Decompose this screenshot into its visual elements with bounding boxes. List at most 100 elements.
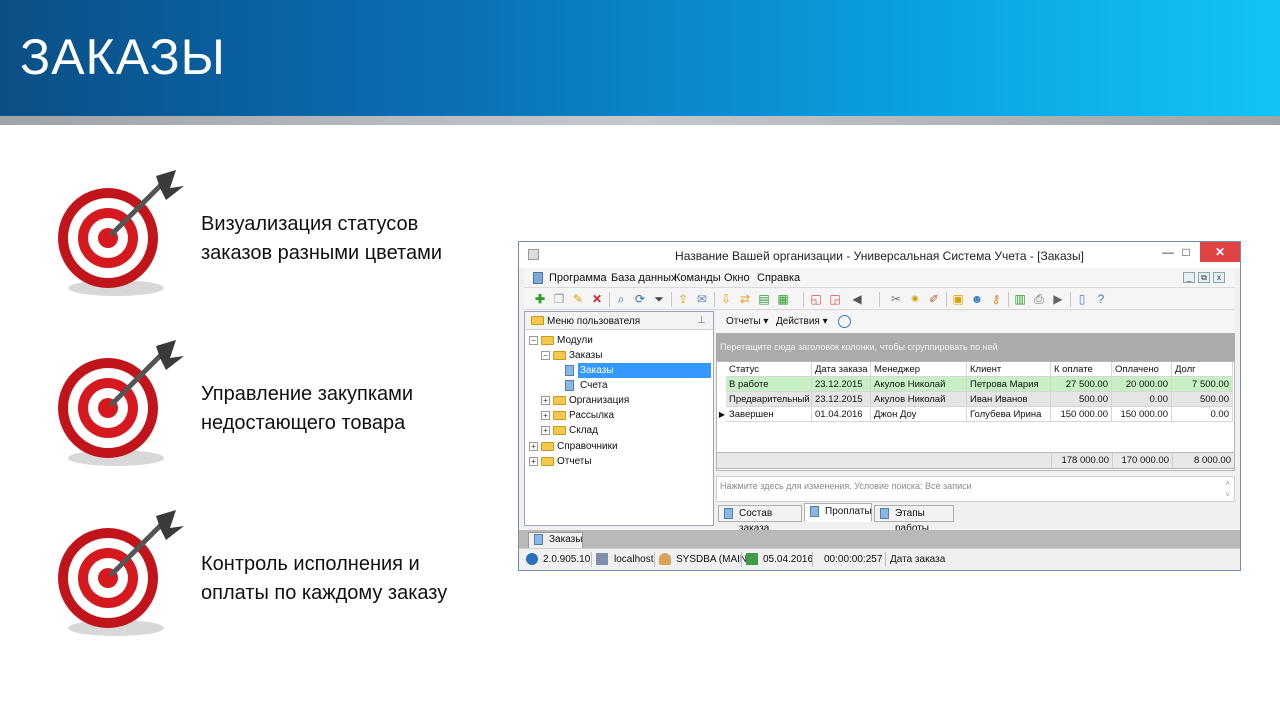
help-icon[interactable]: ? xyxy=(1094,292,1108,306)
column-header-manager[interactable]: Менеджер xyxy=(871,362,967,377)
reports-button[interactable]: Отчеты ▾ xyxy=(726,316,768,327)
table-cell[interactable]: 01.04.2016 xyxy=(812,407,871,422)
tab-order-items[interactable]: Состав заказа xyxy=(718,505,802,534)
copy-icon[interactable]: ❐ xyxy=(552,292,566,306)
table-row[interactable]: Предварительный xyxy=(726,392,812,407)
table-cell[interactable]: 27 500.00 xyxy=(1051,377,1112,392)
tree-item-references[interactable]: + Справочники xyxy=(527,439,707,454)
table-cell[interactable]: 23.12.2015 xyxy=(812,392,871,407)
book-icon[interactable]: ▯ xyxy=(1075,292,1089,306)
maximize-button[interactable]: □ xyxy=(1171,242,1201,262)
filter-icon[interactable]: ⏷ xyxy=(652,292,666,306)
import-icon[interactable]: ⇩ xyxy=(719,292,733,306)
print-preview-icon[interactable]: ▤ xyxy=(757,292,771,306)
folder-icon xyxy=(541,336,554,345)
search-icon[interactable]: ⌕ xyxy=(614,292,628,306)
expand-icon[interactable]: + xyxy=(541,411,550,420)
tab-payments[interactable]: Проплаты xyxy=(804,503,872,522)
move-icon[interactable]: ⇄ xyxy=(738,292,752,306)
key-icon[interactable]: ⚷ xyxy=(989,292,1003,306)
table-cell[interactable]: Акулов Николай xyxy=(871,377,967,392)
status-date: 05.04.2016 xyxy=(763,554,814,565)
edit-icon[interactable]: ✎ xyxy=(571,292,585,306)
clock-icon[interactable] xyxy=(838,315,851,328)
table-cell[interactable]: 500.00 xyxy=(1051,392,1112,407)
tree-item-invoices[interactable]: Счета xyxy=(527,378,707,393)
media-icon[interactable]: ▶ xyxy=(1051,292,1065,306)
table-cell[interactable]: 23.12.2015 xyxy=(812,377,871,392)
window-icon[interactable]: ◲ xyxy=(828,292,842,306)
mdi-minimize-button[interactable]: _ xyxy=(1183,272,1195,283)
actions-button[interactable]: Действия ▾ xyxy=(776,316,828,327)
group-hint: Перетащите сюда заголовок колонки, чтобы… xyxy=(720,342,998,352)
pin-icon[interactable]: ⊥ xyxy=(697,315,706,326)
mdi-tab-orders[interactable]: Заказы xyxy=(528,532,583,548)
table-cell[interactable]: Джон Доу xyxy=(871,407,967,422)
wizard-icon[interactable]: ✷ xyxy=(908,292,922,306)
table-cell[interactable]: 0.00 xyxy=(1172,407,1233,422)
window-titlebar[interactable]: Название Вашей организации - Универсальн… xyxy=(519,242,1240,268)
mdi-restore-button[interactable]: ⧉ xyxy=(1198,272,1210,283)
note-icon[interactable]: ✐ xyxy=(927,292,941,306)
menu-database[interactable]: База данных xyxy=(611,272,677,284)
new-window-icon[interactable]: ◱ xyxy=(809,292,823,306)
column-header-client[interactable]: Клиент xyxy=(967,362,1051,377)
table-cell[interactable]: Акулов Николай xyxy=(871,392,967,407)
group-by-area[interactable]: Перетащите сюда заголовок колонки, чтобы… xyxy=(716,333,1235,361)
tools-icon[interactable]: ✂ xyxy=(889,292,903,306)
expand-icon[interactable]: + xyxy=(529,442,538,451)
table-row[interactable]: В работе xyxy=(726,377,812,392)
comment-icon[interactable]: ✉ xyxy=(695,292,709,306)
table-cell[interactable]: 150 000.00 xyxy=(1112,407,1172,422)
filter-bar[interactable]: Нажмите здесь для изменения. Условие пои… xyxy=(716,476,1235,502)
close-button[interactable]: ✕ xyxy=(1200,242,1240,262)
expand-icon[interactable]: + xyxy=(541,396,550,405)
bullet-2: Управление закупками недостающего товара xyxy=(52,336,502,476)
tree-item-organization[interactable]: + Организация xyxy=(527,393,707,408)
sound-icon[interactable]: ◀ xyxy=(850,292,864,306)
tree-item-orders[interactable]: Заказы xyxy=(527,363,711,378)
column-header-to-pay[interactable]: К оплате xyxy=(1051,362,1112,377)
table-row[interactable]: Завершен xyxy=(726,407,812,422)
tree-item-reports[interactable]: + Отчеты xyxy=(527,454,707,469)
column-header-paid[interactable]: Оплачено xyxy=(1112,362,1172,377)
collapse-icon[interactable]: − xyxy=(529,336,538,345)
table-cell[interactable]: 0.00 xyxy=(1112,392,1172,407)
table-cell[interactable]: 20 000.00 xyxy=(1112,377,1172,392)
collapse-icon[interactable]: − xyxy=(541,351,550,360)
tab-work-stages[interactable]: Этапы работы xyxy=(874,505,954,534)
column-header-status[interactable]: Статус xyxy=(726,362,812,377)
printer-icon[interactable]: ⎙ xyxy=(1032,292,1046,306)
folder-icon xyxy=(553,411,566,420)
menu-commands[interactable]: Команды xyxy=(674,272,721,284)
export-icon[interactable]: ⇪ xyxy=(676,292,690,306)
tree-item-mailing[interactable]: + Рассылка xyxy=(527,408,707,423)
mdi-close-button[interactable]: x xyxy=(1213,272,1225,283)
excel-icon[interactable]: ▦ xyxy=(776,292,790,306)
expand-icon[interactable]: + xyxy=(541,426,550,435)
table-cell[interactable]: Петрова Мария xyxy=(967,377,1051,392)
menu-help[interactable]: Справка xyxy=(757,272,800,284)
users-icon[interactable]: ☻ xyxy=(970,292,984,306)
table-cell[interactable]: 500.00 xyxy=(1172,392,1233,407)
menu-program[interactable]: Программа xyxy=(549,272,607,284)
menu-window[interactable]: Окно xyxy=(724,272,750,284)
table-cell[interactable]: 7 500.00 xyxy=(1172,377,1233,392)
column-header-date[interactable]: Дата заказа xyxy=(812,362,871,377)
expand-icon[interactable]: + xyxy=(529,457,538,466)
target-icon xyxy=(58,170,184,296)
calendar-icon[interactable]: ▥ xyxy=(1013,292,1027,306)
scroll-arrows-icon[interactable]: ˄ ˅ xyxy=(1225,478,1230,500)
table-cell[interactable]: Иван Иванов xyxy=(967,392,1051,407)
table-cell[interactable]: Голубева Ирина xyxy=(967,407,1051,422)
delete-icon[interactable]: ✕ xyxy=(590,292,604,306)
refresh-icon[interactable]: ⟳ xyxy=(633,292,647,306)
add-icon[interactable]: ✚ xyxy=(533,292,547,306)
tree-item-modules[interactable]: − Модули xyxy=(527,333,707,348)
tree-item-warehouse[interactable]: + Склад xyxy=(527,423,707,438)
column-header-debt[interactable]: Долг xyxy=(1172,362,1233,377)
detail-tabs: Состав заказа Проплаты Этапы работы xyxy=(716,503,1235,534)
lock-icon[interactable]: ▣ xyxy=(951,292,965,306)
tree-item-orders-group[interactable]: − Заказы xyxy=(527,348,707,363)
table-cell[interactable]: 150 000.00 xyxy=(1051,407,1112,422)
